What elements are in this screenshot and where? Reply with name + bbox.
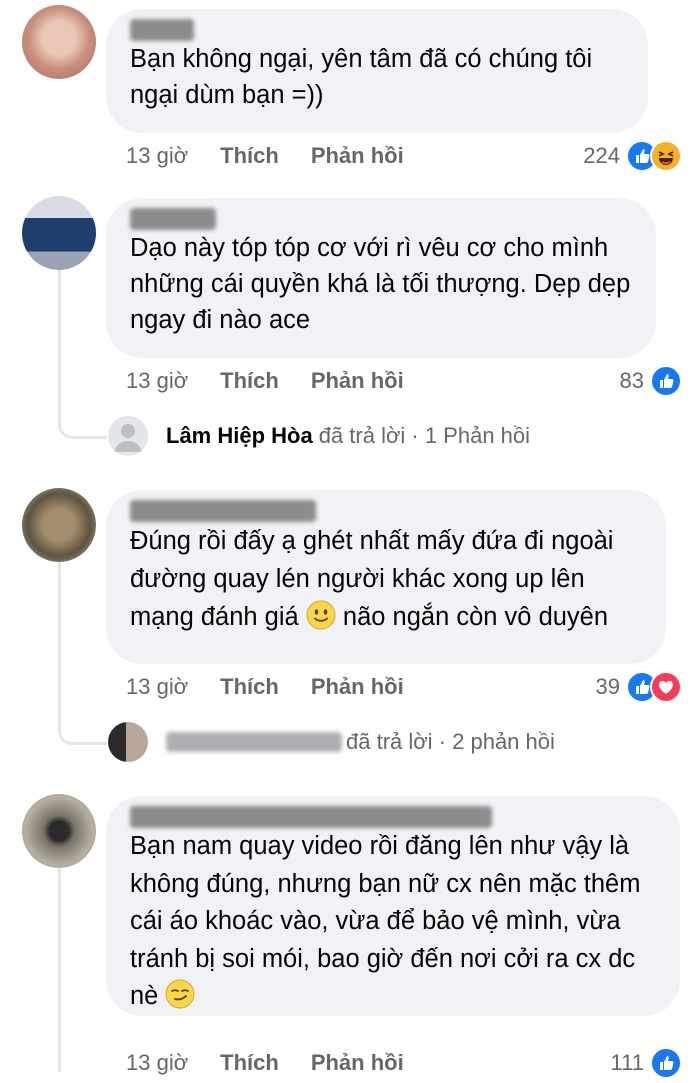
comment-text: Dạo này tóp tóp cơ với rì vêu cơ cho mìn… <box>130 234 631 334</box>
blurred-author-name[interactable] <box>130 806 492 828</box>
commenter-avatar[interactable] <box>22 794 96 868</box>
reply-author-name[interactable]: Lâm Hiệp Hòa <box>166 423 313 449</box>
reply-button[interactable]: Phản hồi <box>311 1050 404 1076</box>
comment-actions: 13 giờ Thích Phản hồi <box>126 368 404 394</box>
blurred-author-name[interactable] <box>130 208 216 230</box>
reply-button[interactable]: Phản hồi <box>311 368 404 394</box>
reply-author-avatar <box>108 722 148 762</box>
comment-text-part: Bạn nam quay video rồi đăng lên như vậy … <box>130 832 641 1010</box>
reply-button[interactable]: Phản hồi <box>311 143 404 169</box>
thread-line <box>58 558 61 708</box>
comment-time[interactable]: 13 giờ <box>126 674 188 700</box>
comment-actions: 13 giờ Thích Phản hồi <box>126 674 404 700</box>
reaction-summary[interactable]: 83 <box>620 365 682 397</box>
comment-text: Đúng rồi đấy ạ ghét nhất mấy đứa đi ngoà… <box>130 522 642 636</box>
reaction-count: 224 <box>583 143 620 168</box>
slightly-smiling-emoji-icon <box>306 600 336 630</box>
like-button[interactable]: Thích <box>220 674 279 700</box>
blurred-reply-author-name[interactable] <box>166 732 342 752</box>
comment-text: Bạn nam quay video rồi đăng lên như vậy … <box>130 828 656 1016</box>
comment-actions: 13 giờ Thích Phản hồi <box>126 143 404 169</box>
comment-bubble: Đúng rồi đấy ạ ghét nhất mấy đứa đi ngoà… <box>106 490 666 664</box>
reaction-summary[interactable]: 224 <box>583 140 682 172</box>
smirking-emoji-icon <box>165 979 195 1009</box>
comment-actions: 13 giờ Thích Phản hồi <box>126 1050 404 1076</box>
blurred-author-name[interactable] <box>130 500 316 522</box>
reaction-count: 111 <box>610 1050 644 1075</box>
thread-line <box>58 862 61 1072</box>
commenter-avatar[interactable] <box>22 5 96 79</box>
reply-button[interactable]: Phản hồi <box>311 674 404 700</box>
comment-text: Bạn không ngại, yên tâm đã có chúng tôi … <box>130 45 593 109</box>
reply-count-text: đã trả lời · 2 phản hồi <box>346 729 555 754</box>
reaction-summary[interactable]: 39 <box>596 671 682 703</box>
like-button[interactable]: Thích <box>220 1050 279 1076</box>
commenter-avatar[interactable] <box>22 488 96 562</box>
blurred-author-name[interactable] <box>130 19 194 41</box>
like-reaction-icon <box>650 365 682 397</box>
comment-bubble: Bạn không ngại, yên tâm đã có chúng tôi … <box>106 9 648 133</box>
like-button[interactable]: Thích <box>220 368 279 394</box>
reply-summary[interactable]: đã trả lời · 2 phản hồi <box>108 722 555 762</box>
reaction-summary[interactable]: 111 <box>611 1047 682 1079</box>
reply-summary[interactable]: Lâm Hiệp Hòa đã trả lời · 1 Phản hồi <box>108 416 530 456</box>
like-reaction-icon <box>650 1047 682 1079</box>
reaction-count: 39 <box>595 674 620 699</box>
thread-connector <box>58 690 107 745</box>
comment-time[interactable]: 13 giờ <box>126 368 188 394</box>
comment-text-part: não ngắn còn vô duyên <box>342 603 609 631</box>
comment-time[interactable]: 13 giờ <box>126 1050 188 1076</box>
haha-reaction-icon <box>650 140 682 172</box>
like-button[interactable]: Thích <box>220 143 279 169</box>
comment-bubble: Dạo này tóp tóp cơ với rì vêu cơ cho mìn… <box>106 198 656 358</box>
love-reaction-icon <box>650 671 682 703</box>
reply-count-text: đã trả lời · 1 Phản hồi <box>318 423 531 448</box>
commenter-avatar[interactable] <box>22 196 96 270</box>
comment-bubble: Bạn nam quay video rồi đăng lên như vậy … <box>106 796 680 1016</box>
reaction-count: 83 <box>619 368 644 393</box>
default-avatar-icon <box>108 416 148 456</box>
thread-connector <box>58 380 107 439</box>
comment-time[interactable]: 13 giờ <box>126 143 188 169</box>
